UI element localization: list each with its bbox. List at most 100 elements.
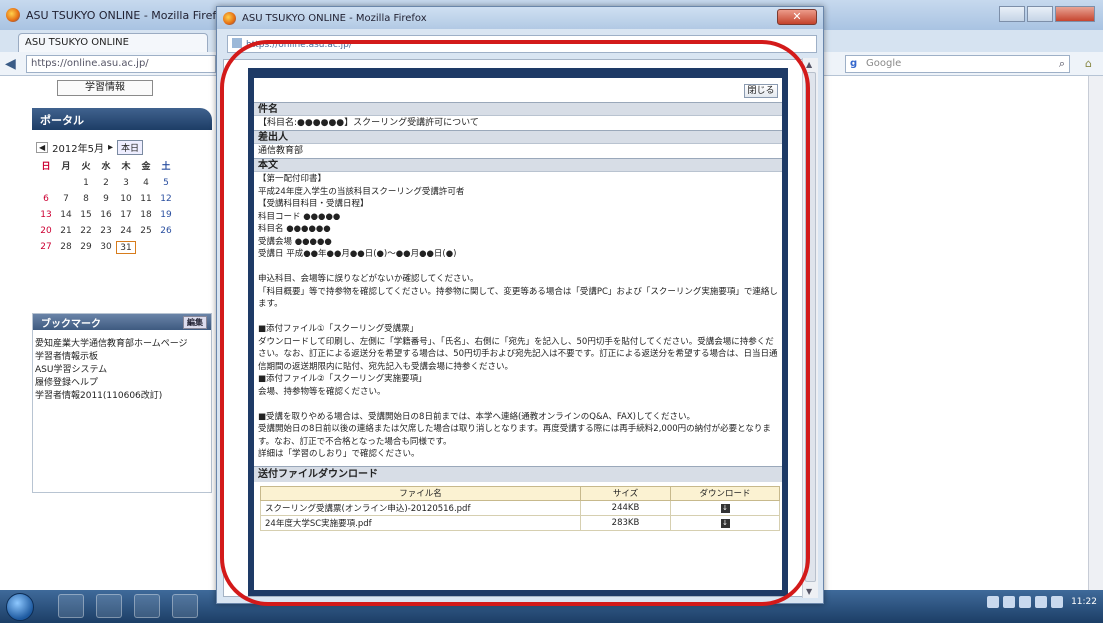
calendar-day[interactable]: 13 [36,209,56,222]
scroll-thumb[interactable] [805,72,816,582]
calendar-weekday: 土 [161,162,171,172]
calendar-day[interactable]: 28 [56,241,76,254]
body-label: 本文 [254,158,782,172]
file-name-cell: 24年度大学SC実施要項.pdf [260,514,581,531]
calendar-day[interactable]: 27 [36,241,56,254]
calendar-day[interactable]: 18 [136,209,156,222]
calendar-month: 2012年5月 [52,144,104,155]
calendar-day[interactable]: 14 [56,209,76,222]
start-button[interactable] [6,593,34,621]
calendar-day[interactable]: 3 [116,177,136,190]
bookmark-link[interactable]: 学習者情報2011(110606改訂) [35,390,209,403]
mail-body-line: 受講開始日の8日前以後の連絡または欠席した場合は取り消しとなります。再度受講する… [258,424,771,447]
calendar-day[interactable]: 23 [96,225,116,238]
bookmark-list: 愛知産業大学通信教育部ホームページ 学習者情報示板 ASU学習システム 履修登録ヘルプ… [33,330,211,411]
calendar-day[interactable]: 15 [76,209,96,222]
calendar-day[interactable]: 9 [96,193,116,206]
calendar-day[interactable]: 22 [76,225,96,238]
home-icon[interactable]: ⌂ [1085,57,1092,70]
minimize-button[interactable] [999,6,1025,22]
maximize-button[interactable] [1027,6,1053,22]
firefox-taskbar-icon[interactable] [172,594,198,618]
ie-taskbar-icon[interactable] [58,594,84,618]
mail-content: 閉じる 件名 【科目名:●●●●●●】スクーリング受講許可について 差出人 通信… [254,78,782,590]
calendar-day [56,177,76,190]
calendar-day[interactable]: 25 [136,225,156,238]
download-icon[interactable]: ↓ [720,503,730,513]
bookmark-panel: ブックマーク 編集 愛知産業大学通信教育部ホームページ 学習者情報示板 ASU学習シ… [32,313,212,493]
system-tray: 11:22 [987,596,1097,608]
calendar-weekday: 火 [81,162,91,172]
search-icon[interactable]: ⌕ [1059,57,1065,71]
calendar-day[interactable]: 4 [136,177,156,190]
bookmark-edit-button[interactable]: 編集 [183,316,207,329]
scroll-down-icon[interactable]: ▼ [806,587,812,596]
calendar-day[interactable]: 12 [156,193,176,206]
bookmark-link[interactable]: 愛知産業大学通信教育部ホームページ [35,338,209,351]
calendar-weekday: 木 [121,162,131,172]
mail-body-line: 詳細は「学習のしおり」で確認ください。 [258,449,420,459]
calendar-day[interactable]: 17 [116,209,136,222]
calendar-day[interactable]: 1 [76,177,96,190]
study-info-button[interactable]: 学習情報 [57,80,153,96]
scroll-up-icon[interactable]: ▲ [806,60,812,69]
table-header-row: ファイル名 サイズ ダウンロード [260,485,780,501]
mail-body-line: 申込科目、会場等に誤りなどがないか確認してください。 [258,274,479,284]
bookmark-link[interactable]: 履修登録ヘルプ [35,377,209,390]
prev-month-icon[interactable]: ◀ [36,142,49,153]
bookmark-title: ブックマーク [41,319,101,330]
next-month-icon[interactable]: ▸ [108,142,113,153]
volume-icon[interactable] [1035,596,1048,608]
calendar-day[interactable]: 6 [36,193,56,206]
calendar-day[interactable]: 5 [156,177,176,190]
browser-tab[interactable]: ASU TSUKYO ONLINE [18,33,208,52]
mail-body-line: 科目名 ●●●●●● [258,224,331,234]
tray-icon[interactable] [1003,596,1016,608]
calendar-day[interactable]: 16 [96,209,116,222]
close-window-button[interactable]: ✕ [777,9,817,25]
download-section-label: 送付ファイルダウンロード [254,465,782,482]
calendar-day[interactable]: 31 [116,241,136,254]
subject-label: 件名 [254,102,782,116]
calendar-day[interactable]: 11 [136,193,156,206]
calendar-day[interactable]: 7 [56,193,76,206]
calendar-day[interactable]: 21 [56,225,76,238]
explorer-taskbar-icon[interactable] [96,594,122,618]
back-arrow-icon[interactable]: ◀ [5,56,16,72]
background-scrollbar[interactable] [1088,76,1103,590]
bookmark-link[interactable]: 学習者情報示板 [35,351,209,364]
close-button[interactable]: 閉じる [744,84,778,98]
media-taskbar-icon[interactable] [134,594,160,618]
mail-body-line [258,398,778,411]
table-row: スクーリング受講票(オンライン申込)-20120516.pdf 244KB ↓ [260,499,780,516]
calendar-day[interactable]: 24 [116,225,136,238]
popup-scrollbar[interactable]: ▲ ▼ [802,58,818,598]
tray-icon[interactable] [1019,596,1032,608]
mail-body-line: ■添付ファイル①「スクーリング受講票」 [258,324,419,334]
calendar-day[interactable]: 10 [116,193,136,206]
mail-body-line: 受講会場 ●●●●● [258,236,332,247]
calendar-day[interactable]: 8 [76,193,96,206]
bookmark-link[interactable]: ASU学習システム [35,364,209,377]
calendar-day[interactable]: 29 [76,241,96,254]
close-window-button[interactable] [1055,6,1095,22]
calendar-day[interactable]: 19 [156,209,176,222]
clock[interactable]: 11:22 [1071,597,1097,607]
column-header-filename: ファイル名 [260,485,581,501]
mail-body: 【第一配付印書】 平成24年度入学生の当該科目スクーリング受講許可者 【受講科目科目… [254,172,782,462]
calendar-day[interactable]: 20 [36,225,56,238]
calendar-day[interactable]: 30 [96,241,116,254]
tray-icon[interactable] [987,596,1000,608]
download-cell: ↓ [670,514,780,531]
popup-url-bar[interactable]: https://online.asu.ac.jp/ [227,35,817,53]
file-size-cell: 283KB [580,514,671,531]
download-table: ファイル名 サイズ ダウンロード スクーリング受講票(オンライン申込)-2012… [260,485,780,531]
today-button[interactable]: 本日 [117,140,144,155]
firefox-logo-icon [6,8,20,22]
calendar-day[interactable]: 2 [96,177,116,190]
calendar-day[interactable]: 26 [156,225,176,238]
background-url-bar[interactable]: https://online.asu.ac.jp/ [26,55,216,73]
network-icon[interactable] [1051,596,1064,608]
download-icon[interactable]: ↓ [720,518,730,528]
search-box[interactable]: g Google ⌕ [845,55,1070,73]
